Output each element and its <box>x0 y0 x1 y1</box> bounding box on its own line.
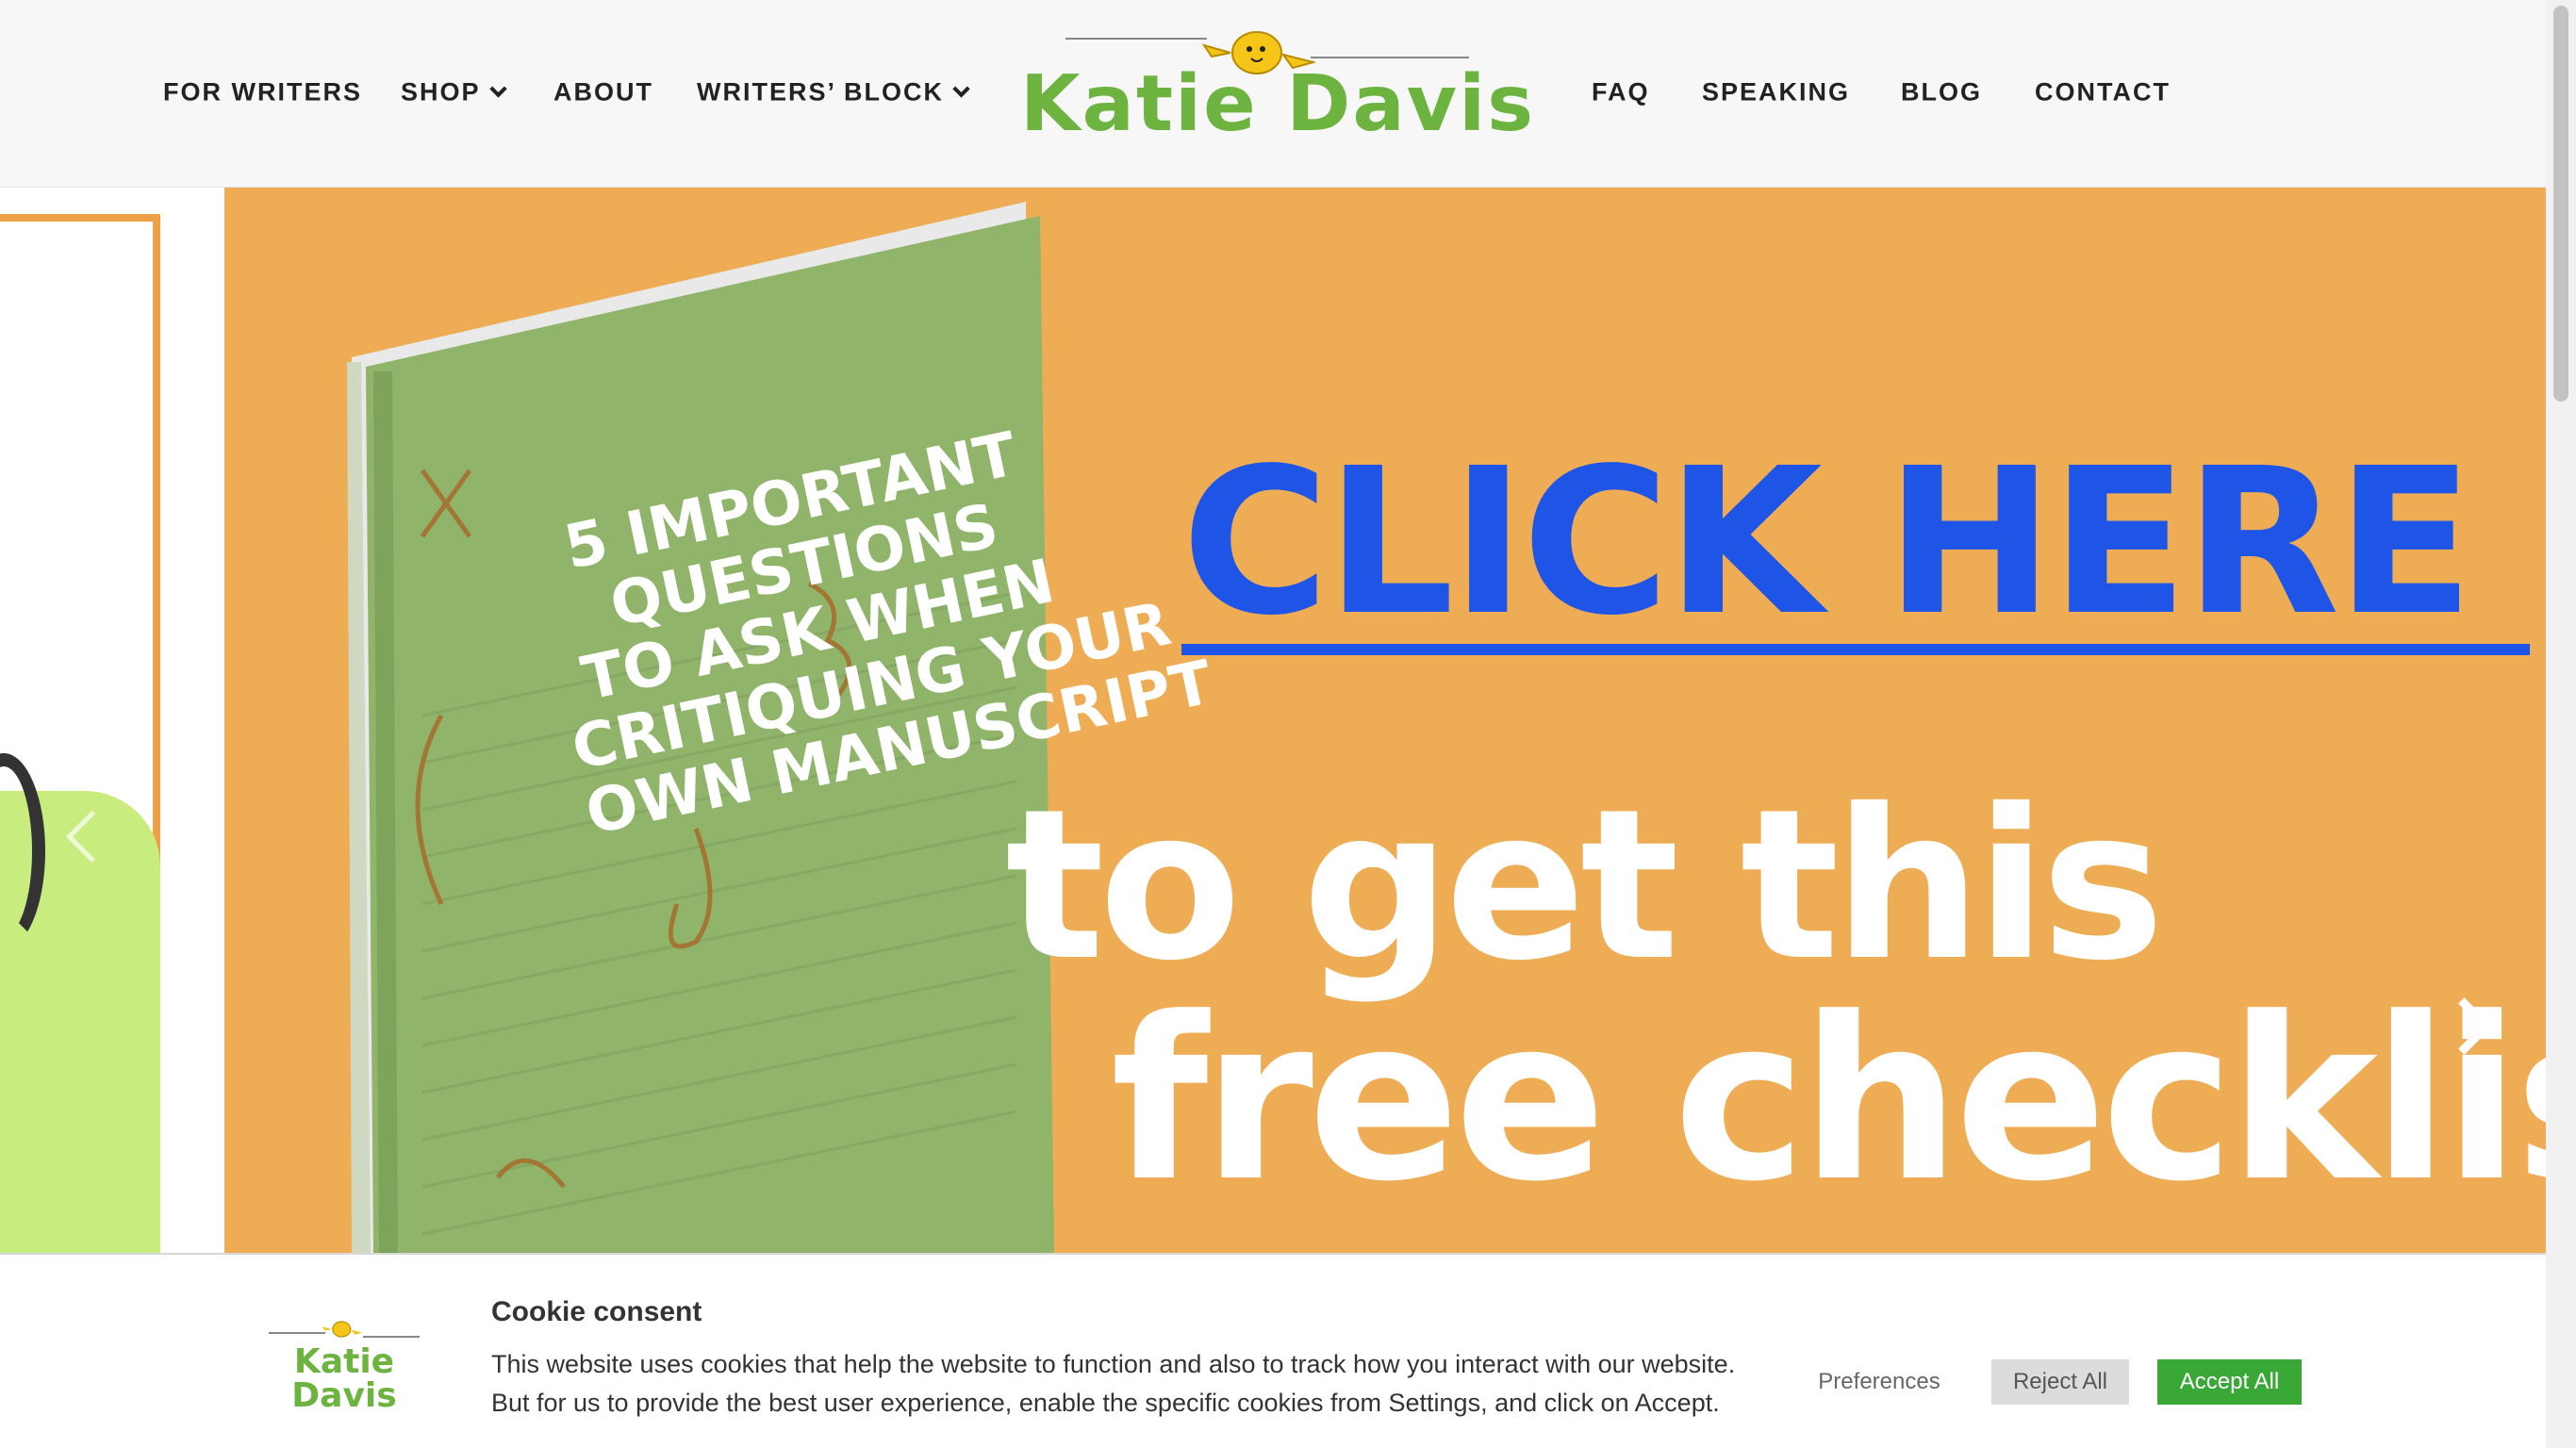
cta-subtext-line-2: free checklist <box>1111 970 2546 1231</box>
nav-label: BLOG <box>1901 77 1982 107</box>
cookie-consent-banner: Katie Davis Cookie consent This website … <box>0 1253 2546 1448</box>
reject-all-button[interactable]: Reject All <box>1991 1359 2129 1405</box>
hero-slide: 5 IMPORTANT QUESTIONS TO ASK WHEN CRITIQ… <box>224 188 2546 1253</box>
nav-contact[interactable]: CONTACT <box>2035 78 2171 107</box>
cookie-logo: Katie Davis <box>250 1317 438 1413</box>
scrollbar-thumb[interactable] <box>2553 6 2568 402</box>
logo-line-right <box>363 1336 420 1338</box>
nav-faq[interactable]: FAQ <box>1592 78 1650 107</box>
yellow-chick-icon <box>322 1321 363 1338</box>
nav-label: SHOP <box>401 77 481 107</box>
cookie-description: This website uses cookies that help the … <box>491 1350 1736 1417</box>
nav-label: FOR WRITERS <box>163 77 362 107</box>
page-scrollbar[interactable] <box>2546 0 2576 1448</box>
nav-shop[interactable]: SHOP <box>401 77 507 107</box>
cookie-title: Cookie consent <box>491 1296 702 1327</box>
nav-label: SPEAKING <box>1702 77 1851 107</box>
slider-prev-arrow[interactable] <box>65 810 119 864</box>
previous-slide-preview <box>0 188 224 1253</box>
nav-blog[interactable]: BLOG <box>1901 78 1982 107</box>
cta-subtext-line-1: to get this <box>1005 765 2165 1006</box>
site-logo[interactable]: Katie Davis <box>1009 21 1546 162</box>
nav-label: WRITERS’ BLOCK <box>697 77 944 107</box>
cookie-logo-text: Katie Davis <box>291 1342 397 1415</box>
nav-for-writers[interactable]: FOR WRITERS <box>163 78 362 107</box>
slider-next-arrow[interactable] <box>2436 997 2493 1055</box>
nav-label: FAQ <box>1592 77 1650 107</box>
nav-about[interactable]: ABOUT <box>553 78 653 107</box>
site-header: FOR WRITERS SHOP ABOUT WRITERS’ BLOCK Ka… <box>0 0 2546 188</box>
logo-line-left <box>269 1332 325 1334</box>
nav-label: CONTACT <box>2035 77 2171 107</box>
accept-all-button[interactable]: Accept All <box>2157 1359 2302 1405</box>
logo-line-left <box>1065 38 1207 40</box>
chevron-down-icon <box>488 80 507 98</box>
nav-writers-block[interactable]: WRITERS’ BLOCK <box>697 77 970 107</box>
nav-speaking[interactable]: SPEAKING <box>1702 78 1850 107</box>
chevron-down-icon <box>952 80 970 98</box>
nav-label: ABOUT <box>553 77 653 107</box>
click-here-link[interactable]: CLICK HERE <box>1181 442 2530 655</box>
logo-line-right <box>1311 57 1469 58</box>
preferences-button[interactable]: Preferences <box>1808 1359 1950 1405</box>
logo-text: Katie Davis <box>1019 59 1536 149</box>
